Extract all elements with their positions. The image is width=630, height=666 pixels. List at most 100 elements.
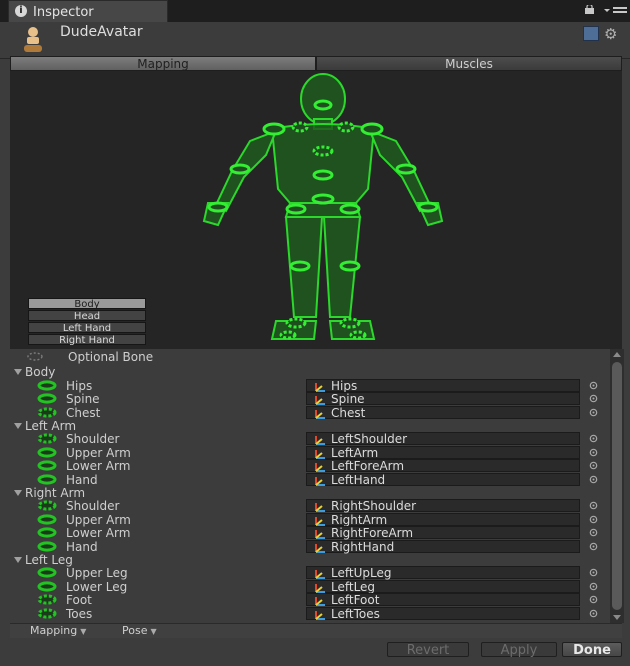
left-toes-marker[interactable] <box>349 330 367 340</box>
object-picker-icon[interactable] <box>589 528 598 537</box>
body-part-head-button[interactable]: Head <box>28 310 146 322</box>
bone-row: Spine Spine <box>10 392 610 406</box>
object-picker-icon[interactable] <box>589 609 598 618</box>
info-icon: i <box>15 5 27 17</box>
bone-object-field[interactable]: LeftForeArm <box>306 459 580 473</box>
bone-label: Lower Leg <box>66 579 128 594</box>
tab-muscles[interactable]: Muscles <box>316 56 622 71</box>
object-picker-icon[interactable] <box>589 461 598 470</box>
help-icon[interactable] <box>583 26 599 41</box>
object-picker-icon[interactable] <box>589 582 598 591</box>
body-part-right-hand-button[interactable]: Right Hand <box>28 334 146 346</box>
required-bone-icon <box>37 393 57 404</box>
scroll-down-arrow[interactable] <box>612 612 622 622</box>
right-upper-leg-marker[interactable] <box>285 203 307 215</box>
bone-label: Lower Arm <box>66 526 131 541</box>
spine-bone-marker[interactable] <box>312 169 334 181</box>
bone-object-field[interactable]: LeftFoot <box>306 593 580 607</box>
bone-object-value: LeftLeg <box>331 579 376 594</box>
optional-bone-icon <box>37 607 57 619</box>
pose-dropdown[interactable]: Pose ▼ <box>122 625 157 637</box>
scrollbar-thumb[interactable] <box>612 362 622 610</box>
left-upper-leg-marker[interactable] <box>339 203 361 215</box>
bone-object-field[interactable]: LeftLeg <box>306 579 580 594</box>
scroll-up-arrow[interactable] <box>612 350 622 360</box>
left-hand-marker[interactable] <box>417 201 439 213</box>
bone-object-field[interactable]: RightArm <box>306 512 580 527</box>
bone-label: Hand <box>66 539 98 554</box>
bone-object-field[interactable]: Hips <box>306 378 580 393</box>
right-lower-arm-marker[interactable] <box>229 163 251 175</box>
group-header-label: Body <box>14 365 55 379</box>
pose-dropdown-label: Pose <box>122 624 148 637</box>
bone-object-field[interactable]: RightHand <box>306 539 580 554</box>
mapping-dropdown[interactable]: Mapping ▼ <box>30 625 86 637</box>
right-upper-arm-marker[interactable] <box>262 122 286 136</box>
body-part-body-button[interactable]: Body <box>28 298 146 310</box>
group-header[interactable]: Body <box>10 365 610 379</box>
bone-object-field[interactable]: LeftUpLeg <box>306 566 580 581</box>
inspector-tab[interactable]: i Inspector <box>8 0 168 22</box>
left-foot-marker[interactable] <box>339 317 361 329</box>
gear-icon[interactable]: ⚙ <box>604 25 617 43</box>
transform-icon <box>315 597 325 607</box>
mapping-dropdown-label: Mapping <box>30 624 78 637</box>
right-lower-leg-marker[interactable] <box>289 260 311 272</box>
group-header-label: Left Leg <box>14 553 73 567</box>
bone-label: Upper Arm <box>66 512 131 527</box>
bone-object-field[interactable]: RightForeArm <box>306 526 580 540</box>
bone-label: Hips <box>66 378 93 393</box>
optional-bone-legend: Optional Bone <box>10 350 610 364</box>
body-part-left-hand-button[interactable]: Left Hand <box>28 322 146 334</box>
bone-object-field[interactable]: Chest <box>306 405 580 420</box>
tab-mapping[interactable]: Mapping <box>10 56 316 71</box>
left-lower-arm-marker[interactable] <box>395 163 417 175</box>
right-toes-marker[interactable] <box>279 330 297 340</box>
bone-object-field[interactable]: LeftShoulder <box>306 432 580 446</box>
head-bone-marker[interactable] <box>313 99 333 111</box>
left-lower-leg-marker[interactable] <box>339 260 361 272</box>
transform-icon <box>315 463 325 473</box>
optional-bone-icon <box>37 433 57 444</box>
object-picker-icon[interactable] <box>589 515 598 524</box>
group-header[interactable]: Left Arm <box>10 419 610 433</box>
object-picker-icon[interactable] <box>589 381 598 390</box>
tab-menu-icon[interactable] <box>602 5 628 17</box>
done-button[interactable]: Done <box>562 642 622 658</box>
bone-object-value: LeftUpLeg <box>331 566 392 581</box>
bone-object-value: LeftToes <box>331 606 380 621</box>
object-picker-icon[interactable] <box>589 501 598 510</box>
object-picker-icon[interactable] <box>589 475 598 484</box>
object-picker-icon[interactable] <box>589 394 598 403</box>
bone-object-value: RightHand <box>331 539 395 554</box>
transform-icon <box>315 610 325 620</box>
right-hand-marker[interactable] <box>207 201 229 213</box>
object-picker-icon[interactable] <box>589 595 598 604</box>
left-upper-arm-marker[interactable] <box>360 122 384 136</box>
right-foot-marker[interactable] <box>285 317 307 329</box>
group-header[interactable]: Left Leg <box>10 553 610 567</box>
object-picker-icon[interactable] <box>589 408 598 417</box>
bone-object-field[interactable]: RightShoulder <box>306 499 580 513</box>
hips-bone-marker[interactable] <box>311 193 335 205</box>
group-name: Left Arm <box>25 419 77 433</box>
right-shoulder-marker[interactable] <box>291 121 309 133</box>
bone-object-field[interactable]: LeftToes <box>306 606 580 621</box>
object-picker-icon[interactable] <box>589 568 598 577</box>
required-bone-icon <box>37 581 57 592</box>
revert-button[interactable]: Revert <box>387 642 469 658</box>
transform-icon <box>315 396 325 406</box>
apply-button[interactable]: Apply <box>481 642 557 658</box>
bone-object-field[interactable]: LeftHand <box>306 472 580 487</box>
optional-bone-icon <box>37 594 57 605</box>
object-picker-icon[interactable] <box>589 542 598 551</box>
bone-object-field[interactable]: LeftArm <box>306 445 580 460</box>
group-header[interactable]: Right Arm <box>10 486 610 500</box>
object-picker-icon[interactable] <box>589 434 598 443</box>
left-shoulder-marker[interactable] <box>337 121 355 133</box>
object-picker-icon[interactable] <box>589 448 598 457</box>
bone-label: Toes <box>66 606 93 621</box>
bone-object-field[interactable]: Spine <box>306 392 580 406</box>
chest-bone-marker[interactable] <box>312 145 334 157</box>
lock-icon[interactable] <box>584 5 595 14</box>
